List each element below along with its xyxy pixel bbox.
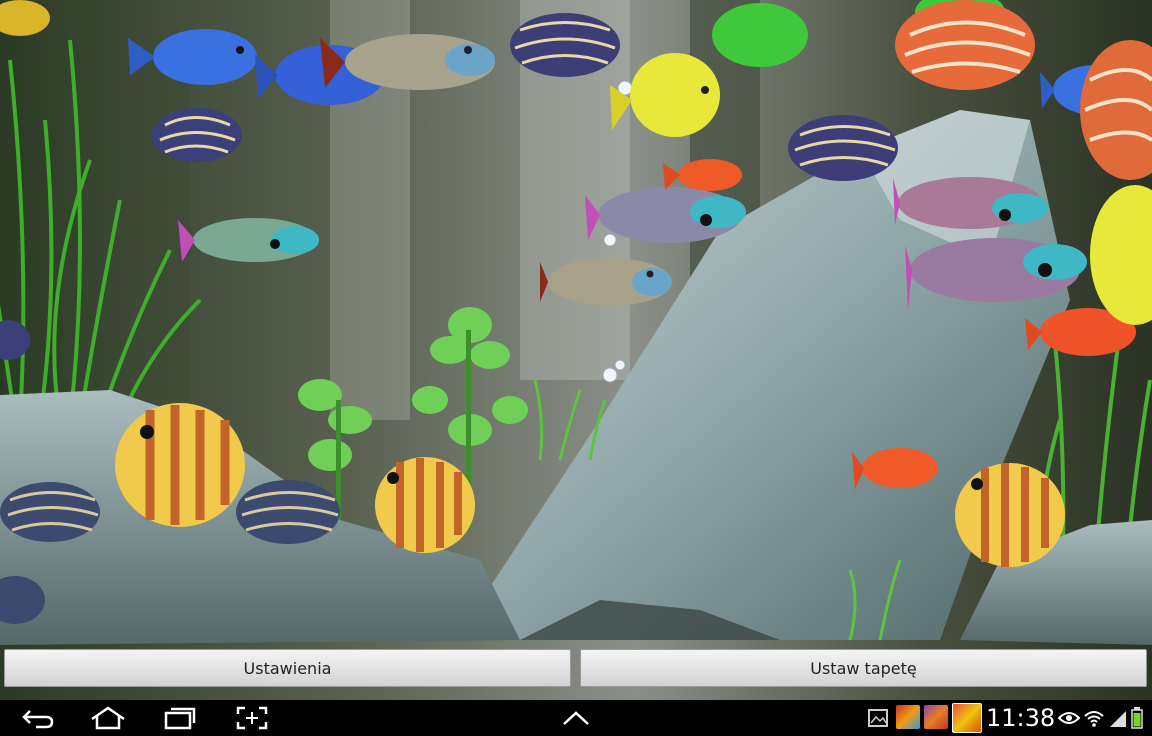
fish-emperor-angelfish — [510, 13, 620, 77]
home-icon[interactable] — [90, 704, 126, 732]
system-navigation-bar: 11:38 — [0, 700, 1152, 736]
eye-icon — [1058, 704, 1080, 732]
status-clock: 11:38 — [986, 704, 1056, 732]
screenshot-icon[interactable] — [236, 704, 268, 732]
set-wallpaper-button[interactable]: Ustaw tapetę — [580, 649, 1147, 687]
recent-apps-icon[interactable] — [164, 704, 196, 732]
gallery-icon — [868, 704, 888, 732]
settings-button[interactable]: Ustawienia — [4, 649, 571, 687]
fish-butterflyfish — [375, 457, 475, 553]
fish-emperor-angelfish — [236, 480, 340, 544]
back-arrow-icon[interactable] — [22, 704, 54, 732]
fish-emperor-angelfish — [0, 482, 100, 542]
game-notification-icon — [896, 705, 920, 729]
fish-butterflyfish — [955, 463, 1065, 567]
battery-icon — [1131, 704, 1143, 732]
game-notification-icon — [952, 703, 982, 733]
wifi-icon — [1083, 704, 1105, 732]
fish-butterflyfish — [115, 403, 245, 527]
fish-discus — [895, 0, 1035, 90]
fish-emperor-angelfish — [152, 108, 242, 162]
fish-emperor-angelfish — [788, 115, 898, 181]
chevron-up-icon[interactable] — [562, 704, 590, 732]
aquarium-scene — [0, 0, 1152, 700]
signal-icon — [1108, 704, 1128, 732]
aquarium-wallpaper-preview — [0, 0, 1152, 700]
game-notification-icon — [924, 705, 948, 729]
